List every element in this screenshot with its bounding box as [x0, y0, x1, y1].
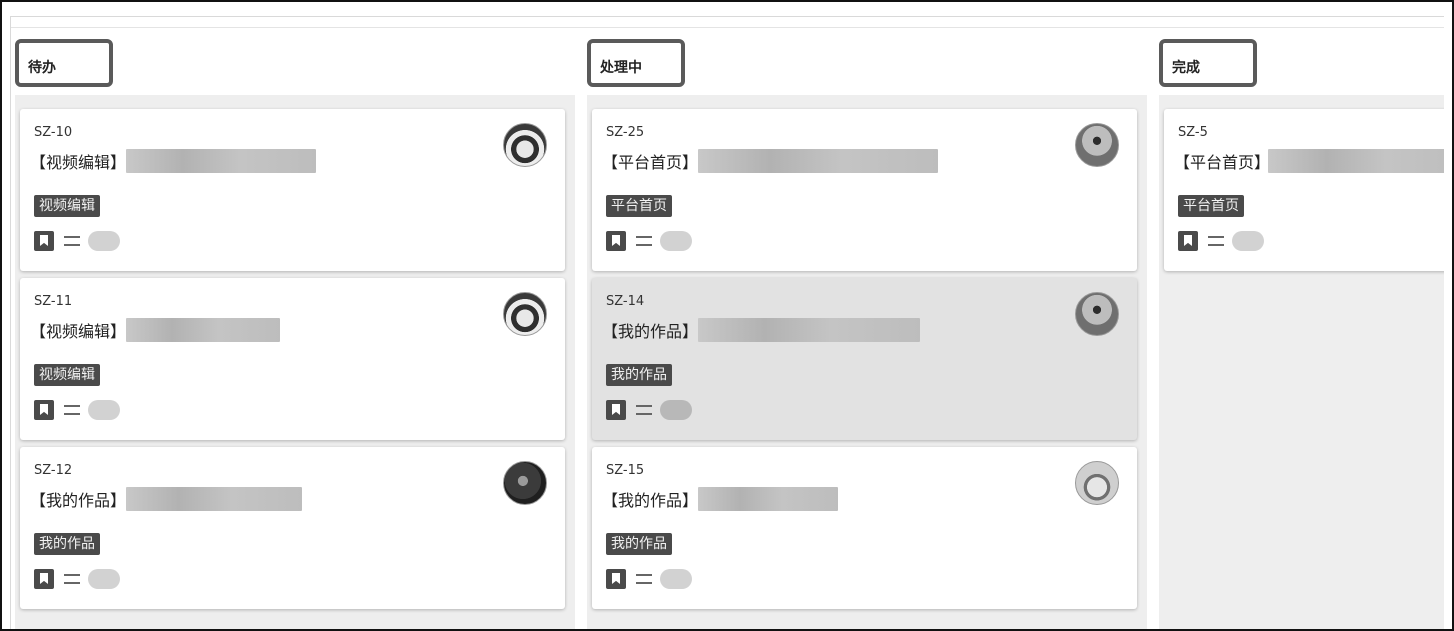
- redacted-title-text: [698, 149, 939, 173]
- task-title: 【平台首页】: [602, 149, 939, 173]
- task-title-prefix: 【我的作品】: [602, 491, 699, 510]
- task-id: SZ-14: [606, 294, 645, 309]
- task-meta: [34, 231, 120, 251]
- task-tag: 我的作品: [34, 533, 100, 555]
- task-title-prefix: 【我的作品】: [602, 322, 699, 341]
- bookmark-icon: [34, 400, 54, 420]
- task-title-prefix: 【平台首页】: [1174, 153, 1271, 172]
- priority-medium-icon: [64, 574, 80, 584]
- task-id: SZ-12: [34, 463, 73, 478]
- task-meta: [34, 400, 120, 420]
- task-title: 【我的作品】: [602, 487, 839, 511]
- task-meta: [34, 569, 120, 589]
- task-title-prefix: 【视频编辑】: [30, 322, 127, 341]
- task-title: 【视频编辑】: [30, 318, 281, 342]
- task-tag: 我的作品: [606, 533, 672, 555]
- priority-medium-icon: [64, 236, 80, 246]
- task-meta: [606, 231, 692, 251]
- column-header-done[interactable]: 完成: [1159, 39, 1257, 87]
- task-card[interactable]: SZ-5 【平台首页】 平台首页: [1164, 109, 1444, 271]
- task-tag: 视频编辑: [34, 364, 100, 386]
- task-meta: [606, 400, 692, 420]
- column-todo: 待办 SZ-10 【视频编辑】 视频编辑 SZ-11 【视频编辑】 视频编辑 S…: [15, 39, 575, 629]
- task-id: SZ-10: [34, 125, 73, 140]
- task-id: SZ-15: [606, 463, 645, 478]
- bookmark-icon: [606, 569, 626, 589]
- task-id: SZ-25: [606, 125, 645, 140]
- task-card-selected[interactable]: SZ-14 【我的作品】 我的作品: [592, 278, 1137, 440]
- estimate-pill: [88, 400, 120, 420]
- task-tag: 视频编辑: [34, 195, 100, 217]
- task-tag: 我的作品: [606, 364, 672, 386]
- task-card[interactable]: SZ-15 【我的作品】 我的作品: [592, 447, 1137, 609]
- bookmark-icon: [34, 569, 54, 589]
- assignee-avatar[interactable]: [1075, 461, 1119, 505]
- task-title: 【平台首页】: [1174, 149, 1444, 173]
- bookmark-icon: [606, 231, 626, 251]
- task-card[interactable]: SZ-12 【我的作品】 我的作品: [20, 447, 565, 609]
- priority-medium-icon: [64, 405, 80, 415]
- priority-medium-icon: [636, 236, 652, 246]
- task-title: 【视频编辑】: [30, 149, 317, 173]
- redacted-title-text: [126, 487, 303, 511]
- column-title: 完成: [1172, 60, 1200, 76]
- priority-medium-icon: [636, 405, 652, 415]
- task-card[interactable]: SZ-10 【视频编辑】 视频编辑: [20, 109, 565, 271]
- task-title: 【我的作品】: [602, 318, 921, 342]
- redacted-title-text: [698, 318, 921, 342]
- task-title-prefix: 【视频编辑】: [30, 153, 127, 172]
- column-body: SZ-25 【平台首页】 平台首页 SZ-14 【我的作品】 我的作品 SZ-1…: [587, 95, 1147, 629]
- column-header-todo[interactable]: 待办: [15, 39, 113, 87]
- assignee-avatar[interactable]: [503, 292, 547, 336]
- task-tag: 平台首页: [606, 195, 672, 217]
- estimate-pill: [88, 231, 120, 251]
- column-title: 处理中: [600, 60, 642, 76]
- column-title: 待办: [28, 60, 56, 76]
- priority-medium-icon: [1208, 236, 1224, 246]
- kanban-board: 待办 SZ-10 【视频编辑】 视频编辑 SZ-11 【视频编辑】 视频编辑 S…: [10, 16, 1444, 629]
- estimate-pill: [660, 569, 692, 589]
- task-id: SZ-5: [1178, 125, 1208, 140]
- task-meta: [1178, 231, 1264, 251]
- task-card[interactable]: SZ-11 【视频编辑】 视频编辑: [20, 278, 565, 440]
- assignee-avatar[interactable]: [1075, 292, 1119, 336]
- redacted-title-text: [1268, 149, 1444, 173]
- estimate-pill: [660, 400, 692, 420]
- task-title-prefix: 【我的作品】: [30, 491, 127, 510]
- assignee-avatar[interactable]: [503, 123, 547, 167]
- column-body: SZ-5 【平台首页】 平台首页: [1159, 95, 1444, 629]
- estimate-pill: [1232, 231, 1264, 251]
- redacted-title-text: [698, 487, 839, 511]
- task-meta: [606, 569, 692, 589]
- priority-medium-icon: [636, 574, 652, 584]
- column-in-progress: 处理中 SZ-25 【平台首页】 平台首页 SZ-14 【我的作品】 我的作品 …: [587, 39, 1147, 629]
- task-card[interactable]: SZ-25 【平台首页】 平台首页: [592, 109, 1137, 271]
- task-tag: 平台首页: [1178, 195, 1244, 217]
- task-title: 【我的作品】: [30, 487, 303, 511]
- bookmark-icon: [606, 400, 626, 420]
- column-done: 完成 SZ-5 【平台首页】 平台首页: [1159, 39, 1444, 629]
- assignee-avatar[interactable]: [503, 461, 547, 505]
- kanban-board-frame: 待办 SZ-10 【视频编辑】 视频编辑 SZ-11 【视频编辑】 视频编辑 S…: [0, 0, 1454, 631]
- bookmark-icon: [34, 231, 54, 251]
- column-header-in-progress[interactable]: 处理中: [587, 39, 685, 87]
- bookmark-icon: [1178, 231, 1198, 251]
- task-title-prefix: 【平台首页】: [602, 153, 699, 172]
- assignee-avatar[interactable]: [1075, 123, 1119, 167]
- redacted-title-text: [126, 149, 317, 173]
- estimate-pill: [660, 231, 692, 251]
- redacted-title-text: [126, 318, 281, 342]
- task-id: SZ-11: [34, 294, 73, 309]
- column-body: SZ-10 【视频编辑】 视频编辑 SZ-11 【视频编辑】 视频编辑 SZ-1…: [15, 95, 575, 629]
- estimate-pill: [88, 569, 120, 589]
